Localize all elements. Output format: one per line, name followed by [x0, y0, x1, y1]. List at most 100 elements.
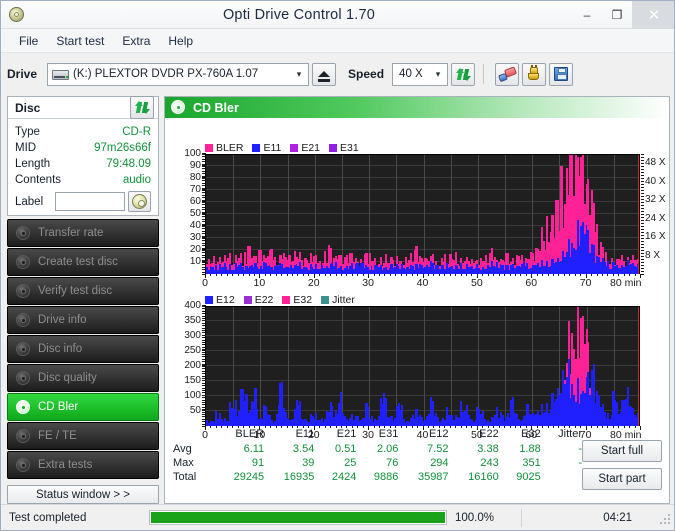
disc-panel-header: Disc [8, 96, 158, 119]
close-button[interactable]: ✕ [632, 1, 674, 29]
eject-icon [318, 71, 331, 82]
table-header-row: BLER E11 E21 E31 E12 E22 E32 Jitter [167, 427, 587, 442]
sidebar-item-label: Transfer rate [38, 227, 104, 239]
sidebar-item-label: Extra tests [38, 459, 93, 471]
disc-icon [16, 254, 31, 270]
cell-max-e31: 76 [386, 457, 399, 469]
legend-label: E22 [254, 294, 274, 306]
sidebar-item-extra-tests[interactable]: Extra tests [7, 451, 159, 479]
cell-avg-e32: 1.88 [519, 443, 541, 455]
sidebar-item-transfer-rate[interactable]: Transfer rate [7, 219, 159, 247]
row-label-max: Max [173, 457, 194, 469]
status-bar: Test completed 100.0% 04:21 [1, 504, 674, 530]
menu-item-file[interactable]: File [11, 31, 46, 51]
window-controls: – ❐ ✕ [572, 1, 674, 29]
speed-select[interactable]: 40 X ▾ [392, 62, 449, 86]
sidebar-item-drive-info[interactable]: Drive info [7, 306, 159, 334]
sidebar-item-verify-test-disc[interactable]: Verify test disc [7, 277, 159, 305]
save-results-button[interactable] [549, 62, 574, 86]
disc-icon [16, 225, 31, 241]
disc-label-input[interactable] [55, 192, 125, 211]
cell-avg-e21: 0.51 [334, 443, 357, 455]
start-part-button[interactable]: Start part [582, 468, 662, 490]
x-axis-tick-label: 60 [525, 277, 538, 289]
sidebar-item-fe-te[interactable]: FE / TE [7, 422, 159, 450]
sidebar: Transfer rate Create test disc Verify te… [7, 219, 159, 480]
window-title: Opti Drive Control 1.70 [222, 6, 376, 23]
menu-bar: File Start test Extra Help [1, 29, 674, 53]
erase-disc-button[interactable] [495, 62, 520, 86]
drive-settings-button[interactable] [522, 62, 547, 86]
disc-label-button[interactable] [128, 191, 151, 212]
col-e12: E12 [428, 428, 449, 440]
y-axis-tick-label: 20 [175, 244, 206, 255]
speed-axis-tick-label: 8 X [645, 249, 661, 261]
x-axis-tick-label: 80 min [610, 277, 642, 289]
legend-item-e31: E31 [329, 142, 359, 154]
legend-item-e21: E21 [290, 142, 320, 154]
drive-label: Drive [7, 67, 38, 81]
y-axis-tick-label: 350 [175, 315, 206, 326]
eject-button[interactable] [312, 62, 337, 86]
legend-swatch [243, 296, 252, 304]
x-axis-tick-label: 70 [579, 277, 592, 289]
disc-row-key: Length [15, 158, 51, 170]
disc-icon [16, 283, 31, 299]
disc-row-value: audio [122, 174, 151, 186]
table-row: Avg 6.11 3.54 0.51 2.06 7.52 3.38 1.88 - [167, 442, 587, 456]
y-axis-tick-label: 300 [175, 330, 206, 341]
legend-swatch [290, 144, 299, 152]
legend-swatch [329, 144, 338, 152]
sidebar-item-disc-info[interactable]: Disc info [7, 335, 159, 363]
cell-max-e21: 25 [344, 457, 357, 469]
panel-title: CD Bler [193, 100, 239, 115]
speed-axis-tick-label: 32 X [645, 194, 666, 206]
menu-item-extra[interactable]: Extra [114, 31, 158, 51]
chart-legend-top: BLER E11 E21 E31 [205, 142, 364, 154]
start-full-button[interactable]: Start full [582, 440, 662, 462]
menu-item-start-test[interactable]: Start test [48, 31, 112, 51]
refresh-drive-button[interactable] [451, 62, 476, 86]
chart-legend-bottom: E12 E22 E32 Jitter [205, 294, 360, 306]
sidebar-item-label: Disc info [38, 343, 83, 355]
maximize-button[interactable]: ❐ [602, 1, 632, 29]
y-axis-tick-label: 150 [175, 375, 206, 386]
disc-row-value: 79:48.09 [106, 158, 151, 170]
disc-refresh-button[interactable] [130, 96, 154, 119]
drive-select[interactable]: (K:) PLEXTOR DVDR PX-760A 1.07 ▾ [47, 62, 310, 86]
sidebar-item-disc-quality[interactable]: Disc quality [7, 364, 159, 392]
app-window: Opti Drive Control 1.70 – ❐ ✕ File Start… [0, 0, 675, 531]
disc-icon [16, 399, 31, 415]
sidebar-item-label: Disc quality [38, 372, 97, 384]
sidebar-item-label: CD Bler [38, 401, 79, 413]
minimize-button[interactable]: – [572, 1, 602, 29]
x-axis-tick-label: 20 [307, 277, 320, 289]
cell-avg-e22: 3.38 [477, 443, 499, 455]
sidebar-item-create-test-disc[interactable]: Create test disc [7, 248, 159, 276]
status-message: Test completed [9, 511, 87, 524]
legend-swatch [282, 296, 291, 304]
speed-axis-tick-label: 16 X [645, 231, 666, 243]
y-axis-tick-label: 30 [175, 232, 206, 243]
panel-header: CD Bler [165, 97, 669, 118]
sidebar-item-cd-bler[interactable]: CD Bler [7, 393, 159, 421]
optical-drive-icon [52, 67, 70, 82]
drive-select-value: (K:) PLEXTOR DVDR PX-760A 1.07 [73, 68, 259, 80]
speed-axis-tick-label: 40 X [645, 175, 666, 187]
legend-label: E31 [340, 142, 359, 154]
status-window-button[interactable]: Status window > > [7, 485, 159, 504]
x-axis-tick-label: 40 [416, 277, 429, 289]
y-axis-tick-label: 70 [175, 184, 206, 195]
resize-grip-icon[interactable] [660, 514, 672, 526]
disc-icon [16, 428, 31, 444]
sidebar-item-label: Verify test disc [38, 285, 113, 297]
legend-swatch [321, 296, 330, 304]
y-axis-tick-label: 90 [175, 160, 206, 171]
disc-panel-title: Disc [15, 100, 41, 115]
table-row: Total 29245 16935 2424 9886 35987 16160 … [167, 470, 587, 484]
cell-max-e11: 39 [302, 457, 315, 469]
legend-label: E21 [301, 142, 321, 154]
legend-swatch [252, 144, 261, 152]
y-axis-tick-label: 200 [175, 360, 206, 371]
menu-item-help[interactable]: Help [160, 31, 201, 51]
